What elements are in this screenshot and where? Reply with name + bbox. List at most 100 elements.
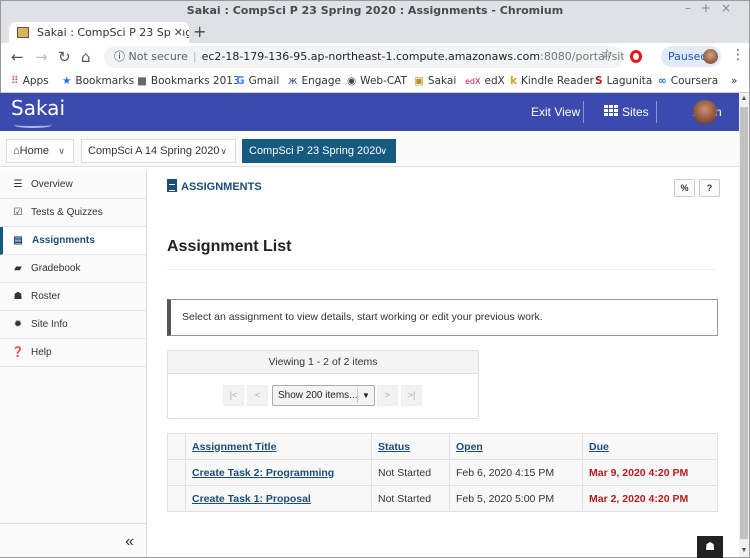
collapse-sidebar-button[interactable]: « bbox=[0, 523, 147, 557]
row-select-cell bbox=[167, 485, 186, 512]
back-icon[interactable]: ← bbox=[11, 47, 24, 67]
chevron-down-icon[interactable]: ∨ bbox=[58, 140, 65, 162]
site-tab-compsci-p[interactable]: CompSci P 23 Spring 2020 ∨ bbox=[242, 139, 396, 163]
folder-icon: ■ bbox=[137, 75, 147, 87]
table-header-row: Assignment Title Status Open Due bbox=[167, 433, 718, 460]
col-status: Status bbox=[371, 433, 450, 460]
link-icon: % bbox=[680, 183, 689, 193]
bookmark-coursera[interactable]: ∞ Coursera bbox=[658, 71, 718, 91]
sakai-logo[interactable]: Sakai bbox=[11, 96, 65, 128]
bookmark-sakai[interactable]: ▣ Sakai bbox=[414, 71, 456, 91]
close-tab-icon[interactable]: ✕ bbox=[169, 22, 183, 43]
scrollbar-thumb[interactable] bbox=[740, 107, 748, 539]
sort-status-link[interactable]: Status bbox=[378, 441, 410, 453]
opera-extension-icon[interactable] bbox=[630, 50, 642, 63]
sakai-header: Sakai Exit View Sites Alwin bbox=[0, 93, 739, 131]
assignment-link[interactable]: Create Task 1: Proposal bbox=[192, 493, 311, 505]
col-title: Assignment Title bbox=[185, 433, 372, 460]
minimize-button[interactable]: – bbox=[685, 1, 701, 15]
maximize-button[interactable]: + bbox=[701, 1, 721, 15]
bookmark-edx[interactable]: edX edX bbox=[465, 71, 505, 92]
help-icon: ❓ bbox=[11, 347, 25, 358]
link-button[interactable]: % bbox=[674, 179, 695, 197]
chevron-down-icon[interactable]: ∨ bbox=[220, 140, 227, 162]
help-button[interactable]: ? bbox=[699, 179, 720, 197]
sites-button[interactable]: Sites bbox=[604, 93, 649, 131]
bookmark-lagunita[interactable]: S Lagunita bbox=[595, 71, 652, 91]
window-controls: –+× bbox=[685, 1, 741, 15]
site-tab-home[interactable]: ⌂Home ∨ bbox=[6, 139, 74, 163]
list-icon: ☰ bbox=[13, 179, 23, 190]
bookmark-star-icon[interactable]: ☆ bbox=[601, 47, 613, 62]
profile-button[interactable]: Paused bbox=[661, 46, 721, 67]
globe-icon: ◉ bbox=[347, 75, 357, 87]
apps-grid-icon: ⠿ bbox=[11, 75, 19, 87]
url-host: ec2-18-179-136-95.ap-northeast-1.compute… bbox=[201, 50, 541, 63]
sakai-favicon-icon bbox=[17, 27, 29, 38]
bookmark-gmail[interactable]: G Gmail bbox=[236, 71, 279, 91]
sidebar-item-gradebook[interactable]: ▰ Gradebook bbox=[0, 255, 146, 283]
bookmark-engage[interactable]: ж Engage bbox=[288, 71, 341, 91]
bookmark-bookmarks[interactable]: ★ Bookmarks bbox=[62, 71, 134, 91]
browser-tab[interactable]: Sakai : CompSci P 23 Spring 2020 ✕ bbox=[9, 22, 189, 43]
user-avatar bbox=[693, 100, 717, 124]
gear-icon: ✹ bbox=[13, 319, 23, 330]
title-cell: Create Task 1: Proposal bbox=[185, 485, 372, 512]
bookmark-bookmarks-2013[interactable]: ■ Bookmarks 2013 bbox=[137, 71, 240, 91]
kindle-icon: k bbox=[510, 75, 517, 87]
page-size-select[interactable]: Show 200 items... ▼ bbox=[272, 385, 375, 406]
tab-title: Sakai : CompSci P 23 Spring 2020 bbox=[37, 26, 189, 39]
close-window-button[interactable]: × bbox=[721, 1, 741, 15]
reload-icon[interactable]: ↻ bbox=[58, 47, 71, 67]
scroll-down-icon[interactable]: ▼ bbox=[739, 545, 749, 557]
sakai-page: Sakai Exit View Sites Alwin ⌂Home∨ CompS… bbox=[0, 93, 739, 557]
new-tab-button[interactable]: + bbox=[193, 21, 206, 43]
sort-open-link[interactable]: Open bbox=[456, 441, 483, 453]
exit-view-link[interactable]: Exit View bbox=[531, 93, 580, 131]
bookmark-kindle[interactable]: k Kindle Reader bbox=[510, 71, 594, 91]
gradebook-icon: ▰ bbox=[14, 263, 22, 274]
site-nav: ⌂Home ∨ CompSci A 14 Spring 2020 ∨ CompSci… bbox=[0, 131, 739, 167]
bookmark-apps[interactable]: ⠿ Apps bbox=[11, 71, 49, 91]
bookmark-webcat[interactable]: ◉ Web-CAT bbox=[347, 71, 407, 91]
users-icon: ☗ bbox=[705, 541, 715, 553]
bookmarks-bar: ⠿ Apps ★ Bookmarks ■ Bookmarks 2013 G Gmail … bbox=[1, 71, 749, 93]
sidebar-item-help[interactable]: ❓ Help bbox=[0, 339, 146, 367]
chevron-down-icon[interactable]: ∨ bbox=[380, 140, 387, 162]
bookmarks-overflow-button[interactable]: » bbox=[731, 71, 737, 91]
sidebar-item-site-info[interactable]: ✹ Site Info bbox=[0, 311, 146, 339]
sidebar-item-assignments[interactable]: ▤ Assignments bbox=[0, 227, 146, 255]
security-label: Not secure bbox=[128, 50, 188, 63]
table-row: Create Task 1: Proposal Not Started Feb … bbox=[167, 485, 718, 512]
sidebar-item-roster[interactable]: ☗ Roster bbox=[0, 283, 146, 311]
divider bbox=[167, 269, 717, 270]
sakai-icon: ▣ bbox=[414, 75, 424, 87]
sort-title-link[interactable]: Assignment Title bbox=[192, 441, 276, 453]
next-page-button[interactable]: > bbox=[377, 385, 398, 406]
sidebar-item-tests-quizzes[interactable]: ☑ Tests & Quizzes bbox=[0, 199, 146, 227]
address-bar[interactable]: ⓘ Not secure | ec2-18-179-136-95.ap-northe… bbox=[104, 46, 624, 68]
select-column bbox=[167, 433, 186, 460]
site-tab-compsci-a[interactable]: CompSci A 14 Spring 2020 ∨ bbox=[81, 139, 236, 163]
first-page-button[interactable]: |< bbox=[223, 385, 244, 406]
page-scrollbar[interactable]: ▲ ▼ bbox=[739, 93, 749, 557]
assignment-link[interactable]: Create Task 2: Programming bbox=[192, 467, 334, 479]
butterfly-icon: ж bbox=[288, 75, 298, 87]
home-icon[interactable]: ⌂ bbox=[81, 47, 91, 67]
scroll-up-icon[interactable]: ▲ bbox=[739, 93, 749, 105]
sidebar-item-overview[interactable]: ☰ Overview bbox=[0, 171, 146, 199]
prev-page-button[interactable]: < bbox=[247, 385, 268, 406]
sort-due-link[interactable]: Due bbox=[589, 441, 609, 453]
tab-strip: Sakai : CompSci P 23 Spring 2020 ✕ + bbox=[1, 21, 749, 43]
info-icon[interactable]: ⓘ bbox=[114, 50, 125, 63]
profile-status: Paused bbox=[668, 50, 708, 63]
title-cell: Create Task 2: Programming bbox=[185, 459, 372, 486]
menu-kebab-icon[interactable]: ⋮ bbox=[731, 47, 745, 63]
col-open: Open bbox=[449, 433, 583, 460]
roster-pop-button[interactable]: ☗ bbox=[697, 536, 723, 558]
user-menu[interactable]: Alwin bbox=[668, 93, 722, 131]
status-cell: Not Started bbox=[371, 459, 450, 486]
forward-icon[interactable]: → bbox=[35, 47, 48, 67]
last-page-button[interactable]: >| bbox=[401, 385, 422, 406]
main-content: ASSIGNMENTS % ? Assignment List Select a… bbox=[147, 171, 739, 557]
